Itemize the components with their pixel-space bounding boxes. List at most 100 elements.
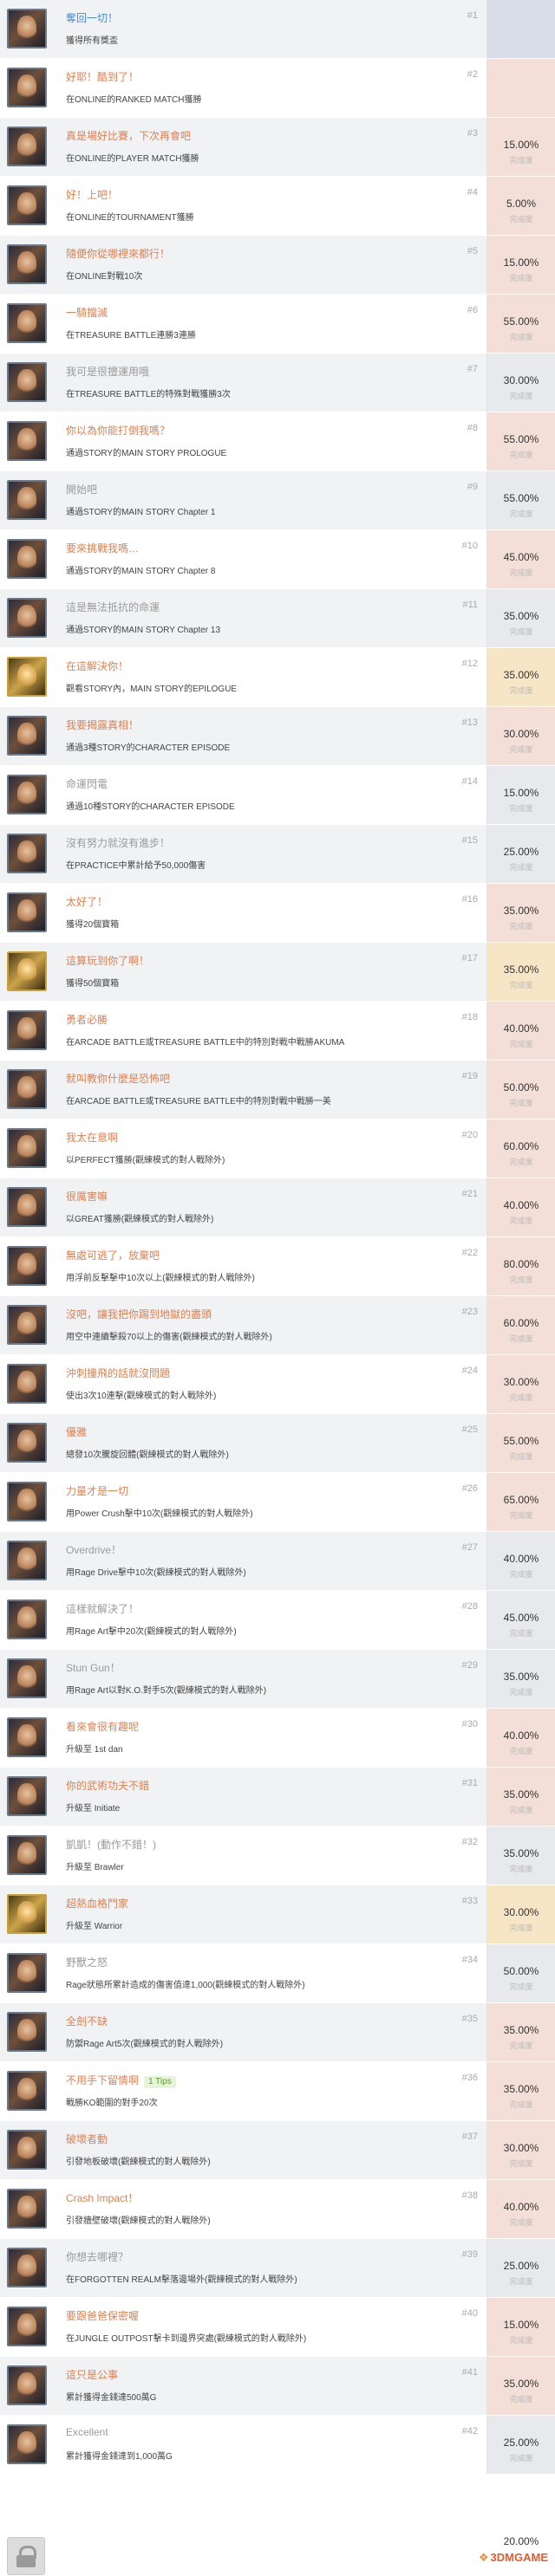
- achievement-number: #37: [461, 2132, 478, 2142]
- achievement-row[interactable]: 破壞者動 引發地板破壞(觀練模式的對人戰除外) #37 30.00% 完成度: [0, 2121, 555, 2180]
- achievement-title: 你的武術功夫不錯: [66, 1780, 150, 1792]
- achievement-row[interactable]: Crash Impact！ 引發牆壁破壞(觀練模式的對人戰除外) #38 40.00%…: [0, 2180, 555, 2239]
- achievement-title: 超熱血格鬥家: [66, 1898, 129, 1910]
- completion-cell: 80.00% 完成度: [487, 1237, 555, 1295]
- achievement-row[interactable]: 優雅 總發10次騰旋回體(觀練模式的對人戰除外) #25 55.00% 完成度: [0, 1414, 555, 1473]
- completion-percent: 45.00%: [503, 551, 539, 563]
- completion-cell: 35.00% 完成度: [487, 589, 555, 647]
- achievement-number: #38: [461, 2190, 478, 2201]
- completion-label: 完成度: [509, 509, 533, 518]
- achievement-info: 一騎擋滅 在TREASURE BATTLE連勝3連勝 #6: [0, 295, 487, 353]
- achievement-row[interactable]: 太好了！ 獲得20個寶箱 #16 35.00% 完成度: [0, 884, 555, 943]
- achievement-info: 開始吧 通過STORY的MAIN STORY Chapter 1 #9: [0, 471, 487, 529]
- achievement-row[interactable]: 沒有努力就沒有進步！ 在PRACTICE中累計給予50,000傷害 #15 25.00…: [0, 825, 555, 884]
- achievement-row[interactable]: 這只是公事 累計獲得金錢達500萬G #41 35.00% 完成度: [0, 2357, 555, 2416]
- achievement-info: Crash Impact！ 引發牆壁破壞(觀練模式的對人戰除外) #38: [0, 2180, 487, 2238]
- achievement-number: #25: [461, 1424, 478, 1435]
- achievement-row[interactable]: 我可是很擅運用哦 在TREASURE BATTLE的特殊對戰獲勝3次 #7 30.00…: [0, 354, 555, 412]
- completion-label: 完成度: [509, 1040, 533, 1048]
- achievement-row[interactable]: 野獸之怒 Rage狀態所累計造成的傷害值達1,000(觀練模式的對人戰除外) #34…: [0, 1944, 555, 2003]
- achievement-number: #18: [461, 1012, 478, 1022]
- achievement-row[interactable]: 命運閃電 通過10種STORY的CHARACTER EPISODE #14 15.00…: [0, 766, 555, 825]
- completion-percent: 55.00%: [503, 315, 539, 328]
- achievement-row[interactable]: 你想去哪裡？ 在FORGOTTEN REALM擊落邊場外(觀練模式的對人戰除外) #…: [0, 2239, 555, 2298]
- achievement-row[interactable]: 勇者必勝 在ARCADE BATTLE或TREASURE BATTLE中的特別對戰…: [0, 1002, 555, 1061]
- achievement-list: 奪回一切！ 獲得所有獎盃 #1 好耶！酷到了！ 在ONLINE的RANKED MATCH…: [0, 0, 555, 2475]
- completion-percent: 35.00%: [503, 964, 539, 976]
- completion-cell: 25.00% 完成度: [487, 825, 555, 883]
- completion-label: 完成度: [509, 2100, 533, 2109]
- achievement-row[interactable]: 好！上吧！ 在ONLINE的TOURNAMENT獲勝 #4 5.00% 完成度: [0, 177, 555, 236]
- completion-label: 完成度: [509, 1806, 533, 1814]
- achievement-number: #31: [461, 1778, 478, 1788]
- achievement-row[interactable]: 要跟爸爸保密喔 在JUNGLE OUTPOST擊卡到邊界突處(觀練模式的對人戰除外…: [0, 2298, 555, 2357]
- achievement-info: 很厲害嘛 以GREAT獲勝(觀練模式的對人戰除外) #21: [0, 1178, 487, 1236]
- completion-cell: 30.00% 完成度: [487, 707, 555, 765]
- completion-percent: 55.00%: [503, 1435, 539, 1447]
- character-portrait-icon: [7, 1010, 47, 1050]
- achievement-description: 在ONLINE的TOURNAMENT獲勝: [66, 213, 194, 223]
- achievement-row[interactable]: 一騎擋滅 在TREASURE BATTLE連勝3連勝 #6 55.00% 完成度: [0, 295, 555, 354]
- achievement-title: 這算玩到你了啊！: [66, 955, 150, 967]
- completion-percent: 35.00%: [503, 2378, 539, 2390]
- completion-label: 完成度: [509, 1511, 533, 1520]
- completion-label: 完成度: [509, 2041, 533, 2050]
- achievement-row[interactable]: 這算玩到你了啊！ 獲得50個寶箱 #17 35.00% 完成度: [0, 943, 555, 1002]
- achievement-row[interactable]: 凱凱！(動作不錯！) 升級至 Brawler #32 35.00% 完成度: [0, 1827, 555, 1885]
- achievement-row[interactable]: Stun Gun！ 用Rage Art以對K.O.對手5次(觀練模式的對人戰除外)…: [0, 1650, 555, 1709]
- achievement-row[interactable]: 真是場好比賽，下次再會吧 在ONLINE的PLAYER MATCH獲勝 #3 15.0…: [0, 118, 555, 177]
- achievement-row[interactable]: 好耶！酷到了！ 在ONLINE的RANKED MATCH獲勝 #2: [0, 59, 555, 118]
- achievement-row[interactable]: Excellent 累計獲得金錢達到1,000萬G #42 25.00% 完成度: [0, 2416, 555, 2475]
- achievement-row[interactable]: 我要揭露真相！ 通過3種STORY的CHARACTER EPISODE #13 30.…: [0, 707, 555, 766]
- achievement-info: 野獸之怒 Rage狀態所累計造成的傷害值達1,000(觀練模式的對人戰除外) #34: [0, 1944, 487, 2002]
- character-portrait-icon: [7, 2130, 47, 2170]
- achievement-row[interactable]: 奪回一切！ 獲得所有獎盃 #1: [0, 0, 555, 59]
- achievement-row[interactable]: 要來挑戰我嗎… 通過STORY的MAIN STORY Chapter 8 #10 45…: [0, 530, 555, 589]
- achievement-row[interactable]: 沒吧，讓我把你踢到地獄的盡頭 用空中連續擊殺70以上的傷害(觀練模式的對人戰除外)…: [0, 1296, 555, 1355]
- achievement-row[interactable]: 你以為你能打倒我嗎？ 通過STORY的MAIN STORY PROLOGUE #8 5…: [0, 412, 555, 471]
- achievement-info: 這算玩到你了啊！ 獲得50個寶箱 #17: [0, 943, 487, 1001]
- achievement-description: 引發地板破壞(觀練模式的對人戰除外): [66, 2157, 211, 2167]
- achievement-row[interactable]: 就叫教你什麼是恐怖吧 在ARCADE BATTLE或TREASURE BATTLE…: [0, 1061, 555, 1119]
- achievement-number: #26: [461, 1483, 478, 1494]
- completion-cell: 65.00% 完成度: [487, 1473, 555, 1531]
- achievement-info: 命運閃電 通過10種STORY的CHARACTER EPISODE #14: [0, 766, 487, 824]
- achievement-row[interactable]: 你的武術功夫不錯 升級至 Initiate #31 35.00% 完成度: [0, 1768, 555, 1827]
- achievement-row[interactable]: 這是無法抵抗的命運 通過STORY的MAIN STORY Chapter 13 #1…: [0, 589, 555, 648]
- completion-cell: 35.00% 完成度: [487, 1768, 555, 1826]
- achievement-row[interactable]: 力量才是一切 用Power Crush擊中10次(觀練模式的對人戰除外) #26 65…: [0, 1473, 555, 1532]
- achievement-row[interactable]: Overdrive！ 用Rage Drive擊中10次(觀練模式的對人戰除外) #2…: [0, 1532, 555, 1591]
- achievement-row[interactable]: 隨便你從哪裡來都行！ 在ONLINE對戰10次 #5 15.00% 完成度: [0, 236, 555, 295]
- achievement-row[interactable]: 我太在意啊 以PERFECT獲勝(觀練模式的對人戰除外) #20 60.00% 完成度: [0, 1119, 555, 1178]
- achievement-title: 一騎擋滅: [66, 307, 108, 319]
- completion-label: 完成度: [509, 1099, 533, 1107]
- completion-label: 完成度: [509, 1452, 533, 1461]
- achievement-row[interactable]: 超熱血格鬥家 升級至 Warrior #33 30.00% 完成度: [0, 1885, 555, 1944]
- completion-percent: 60.00%: [503, 1317, 539, 1329]
- completion-label: 完成度: [509, 568, 533, 577]
- completion-percent: 5.00%: [506, 198, 537, 210]
- character-portrait-icon: [7, 1305, 47, 1345]
- achievement-row[interactable]: 全劍不缺 防禦Rage Art5次(觀練模式的對人戰除外) #35 35.00% 完成度: [0, 2003, 555, 2062]
- achievement-info: 隨便你從哪裡來都行！ 在ONLINE對戰10次 #5: [0, 236, 487, 294]
- character-portrait-icon: [7, 2248, 47, 2287]
- achievement-description: 在ONLINE的RANKED MATCH獲勝: [66, 95, 202, 105]
- achievement-row[interactable]: 沖刺撞飛的話就沒問題 使出3次10連擊(觀練模式的對人戰除外) #24 30.00% 完…: [0, 1355, 555, 1414]
- achievement-row[interactable]: 開始吧 通過STORY的MAIN STORY Chapter 1 #9 55.00% 完…: [0, 471, 555, 530]
- achievement-number: #16: [461, 894, 478, 905]
- achievement-number: #4: [467, 187, 478, 198]
- achievement-row[interactable]: 不用手下留情啊 1 Tips 戰勝KO範圍的對手20次 #36 35.00% 完成度: [0, 2062, 555, 2121]
- achievement-row[interactable]: 看來會很有趣呢 升級至 1st dan #30 40.00% 完成度: [0, 1709, 555, 1768]
- achievement-row[interactable]: 在這解決你！ 觀看STORY內，MAIN STORY的EPILOGUE #12 35.…: [0, 648, 555, 707]
- achievement-row[interactable]: 這樣就解決了！ 用Rage Art擊中20次(觀練模式的對人戰除外) #28 45.0…: [0, 1591, 555, 1650]
- achievement-number: #33: [461, 1896, 478, 1906]
- achievement-title: Overdrive！: [66, 1544, 122, 1556]
- completion-cell: 45.00% 完成度: [487, 1591, 555, 1649]
- tips-badge[interactable]: 1 Tips: [144, 2076, 176, 2088]
- character-portrait-icon: [7, 1776, 47, 1816]
- completion-label: 完成度: [509, 2277, 533, 2286]
- achievement-row[interactable]: 無處可逃了，放棄吧 用浮前反擊擊中10次以上(觀練模式的對人戰除外) #22 80.0…: [0, 1237, 555, 1296]
- achievement-info: 真是場好比賽，下次再會吧 在ONLINE的PLAYER MATCH獲勝 #3: [0, 118, 487, 176]
- achievement-row[interactable]: 很厲害嘛 以GREAT獲勝(觀練模式的對人戰除外) #21 40.00% 完成度: [0, 1178, 555, 1237]
- character-portrait-icon: [7, 127, 47, 166]
